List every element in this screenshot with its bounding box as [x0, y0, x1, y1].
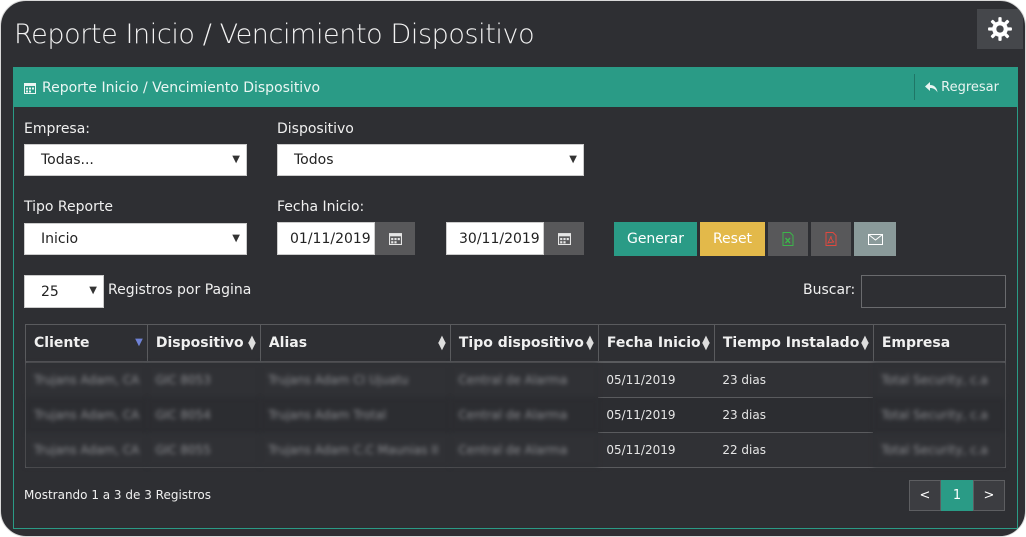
- fecha-inicio-label: Fecha Inicio:: [277, 199, 365, 215]
- panel-header: Reporte Inicio / Vencimiento Dispositivo…: [14, 68, 1017, 107]
- table-row[interactable]: Trujans Adam, CA GIC 8055 Trujans Adam C…: [25, 432, 1006, 468]
- back-label: Regresar: [941, 79, 999, 95]
- sort-icon: ▲ ▼: [586, 334, 594, 352]
- reply-icon: [925, 81, 938, 92]
- next-page-button[interactable]: >: [973, 480, 1005, 511]
- dispositivo-select[interactable]: Todos ▼: [277, 144, 584, 176]
- table-header-row: Cliente ▼ Dispositivo ▲ ▼ Alias ▲ ▼ Tipo disp…: [25, 324, 1007, 363]
- export-excel-button[interactable]: [768, 222, 808, 256]
- sort-icon: ▲ ▼: [438, 334, 446, 352]
- reset-button[interactable]: Reset: [700, 222, 765, 256]
- cell-cliente: Trujans Adam, CA: [25, 397, 148, 433]
- page-1-button[interactable]: 1: [941, 480, 973, 511]
- settings-button[interactable]: [977, 9, 1023, 49]
- col-dispositivo[interactable]: Dispositivo ▲ ▼: [147, 324, 261, 363]
- tipo-reporte-value: Inicio: [41, 231, 79, 247]
- dispositivo-label: Dispositivo: [277, 121, 354, 137]
- cell-fecha: 05/11/2019: [598, 432, 715, 468]
- results-table: Cliente ▼ Dispositivo ▲ ▼ Alias ▲ ▼ Tipo disp…: [25, 324, 1007, 468]
- chevron-down-icon: ▼: [232, 154, 240, 165]
- fecha-desde-button[interactable]: [375, 222, 415, 255]
- table-row[interactable]: Trujans Adam, CA GIC 8053 Trujans Adam C…: [25, 362, 1006, 398]
- col-cliente[interactable]: Cliente ▼: [25, 324, 148, 363]
- gear-icon: [988, 17, 1012, 41]
- sort-icon: ▲ ▼: [248, 334, 256, 352]
- empresa-value: Todas...: [41, 152, 94, 168]
- cell-tiempo: 22 dias: [714, 432, 874, 468]
- prev-page-button[interactable]: <: [909, 480, 941, 511]
- sort-desc-icon: ▼: [135, 337, 143, 348]
- cell-dispositivo: GIC 8055: [147, 432, 261, 468]
- col-tiempo-instalado[interactable]: Tiempo Instalado ▲ ▼: [714, 324, 874, 363]
- report-panel: Reporte Inicio / Vencimiento Dispositivo…: [13, 67, 1018, 529]
- search-label: Buscar:: [803, 282, 856, 298]
- empresa-select[interactable]: Todas... ▼: [24, 144, 247, 176]
- col-fecha-inicio[interactable]: Fecha Inicio ▲ ▼: [598, 324, 715, 363]
- cell-empresa: Total Security, c.a: [873, 397, 1006, 433]
- fecha-desde-input[interactable]: 01/11/2019: [277, 222, 375, 255]
- calendar-icon: [24, 82, 36, 94]
- empresa-label: Empresa:: [24, 121, 91, 137]
- cell-empresa: Total Security, c.a: [873, 432, 1006, 468]
- col-tipo-dispositivo[interactable]: Tipo dispositivo ▲ ▼: [450, 324, 599, 363]
- sort-icon: ▲ ▼: [861, 334, 869, 352]
- cell-dispositivo: GIC 8053: [147, 362, 261, 398]
- sort-icon: ▲ ▼: [702, 334, 710, 352]
- cell-cliente: Trujans Adam, CA: [25, 362, 148, 398]
- pagination: < 1 >: [909, 480, 1005, 511]
- chevron-down-icon: ▼: [232, 233, 240, 244]
- page-title: Reporte Inicio / Vencimiento Dispositivo: [14, 19, 535, 50]
- page-size-label: Registros por Pagina: [108, 282, 252, 298]
- cell-tipo: Central de Alarma: [450, 362, 599, 398]
- file-excel-icon: [782, 232, 794, 246]
- cell-tiempo: 23 dias: [714, 362, 874, 398]
- calendar-icon: [557, 233, 571, 245]
- fecha-hasta-button[interactable]: [544, 222, 584, 255]
- email-button[interactable]: [854, 222, 896, 256]
- search-input[interactable]: [861, 275, 1006, 308]
- envelope-icon: [867, 233, 883, 245]
- col-alias[interactable]: Alias ▲ ▼: [260, 324, 451, 363]
- dispositivo-value: Todos: [294, 152, 334, 168]
- cell-alias: Trujans Adam CI Ujuatu: [260, 362, 451, 398]
- panel-title: Reporte Inicio / Vencimiento Dispositivo: [42, 79, 321, 96]
- cell-fecha: 05/11/2019: [598, 362, 715, 398]
- chevron-down-icon: ▼: [569, 154, 577, 165]
- cell-alias: Trujans Adam Trotal: [260, 397, 451, 433]
- fecha-hasta-value: 30/11/2019: [459, 230, 540, 247]
- cell-empresa: Total Security, c.a: [873, 362, 1006, 398]
- cell-tipo: Central de Alarma: [450, 432, 599, 468]
- page-size-select[interactable]: 25 ▼: [24, 275, 104, 308]
- export-pdf-button[interactable]: [811, 222, 851, 256]
- chevron-down-icon: ▼: [89, 285, 97, 296]
- cell-tiempo: 23 dias: [714, 397, 874, 433]
- calendar-icon: [388, 233, 402, 245]
- file-pdf-icon: [825, 232, 837, 246]
- cell-dispositivo: GIC 8054: [147, 397, 261, 433]
- cell-alias: Trujans Adam C.C Maunias II: [260, 432, 451, 468]
- tipo-reporte-label: Tipo Reporte: [24, 199, 113, 215]
- cell-fecha: 05/11/2019: [598, 397, 715, 433]
- back-link[interactable]: Regresar: [914, 74, 1017, 100]
- cell-tipo: Central de Alarma: [450, 397, 599, 433]
- app-frame: Reporte Inicio / Vencimiento Dispositivo: [0, 0, 1026, 537]
- tipo-reporte-select[interactable]: Inicio ▼: [24, 223, 247, 255]
- fecha-desde-value: 01/11/2019: [290, 230, 371, 247]
- generar-button[interactable]: Generar: [614, 222, 697, 256]
- page-size-value: 25: [41, 283, 59, 300]
- cell-cliente: Trujans Adam, CA: [25, 432, 148, 468]
- table-row[interactable]: Trujans Adam, CA GIC 8054 Trujans Adam T…: [25, 397, 1006, 433]
- fecha-hasta-input[interactable]: 30/11/2019: [446, 222, 544, 255]
- col-empresa[interactable]: Empresa: [873, 324, 1007, 363]
- table-info: Mostrando 1 a 3 de 3 Registros: [24, 488, 212, 502]
